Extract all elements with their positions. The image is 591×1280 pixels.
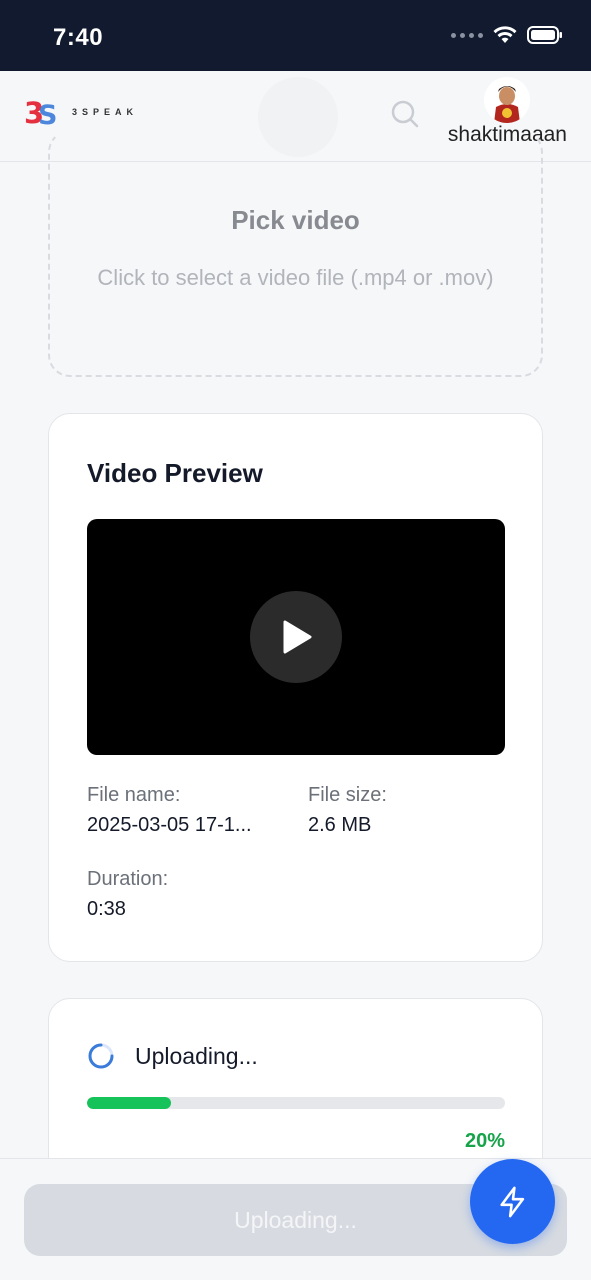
play-icon [283,620,312,654]
avatar[interactable] [484,77,531,123]
file-name-label: File name: [87,784,181,806]
status-bar: 7:40 [0,0,591,71]
lightning-icon [499,1186,524,1217]
file-name-value: 2025-03-05 17-1... [87,814,252,836]
file-size-value: 2.6 MB [308,814,372,836]
logo[interactable]: 3 S 3SPEAK [24,97,138,127]
pick-video-subtitle: Click to select a video file (.mp4 or .m… [97,265,494,290]
search-button[interactable] [390,99,420,129]
signal-icon [451,32,483,38]
file-size-label: File size: [308,784,387,806]
battery-icon [527,26,562,44]
video-preview-card: Video Preview File name: 2025-03-05 17-1… [48,413,543,962]
video-preview-title: Video Preview [87,458,263,488]
upload-progress-percent: 20% [464,1130,505,1152]
upload-progress-bar [87,1097,505,1109]
status-icons [451,26,563,44]
spinner-icon [88,1043,114,1069]
3speak-logo-icon: 3 S [24,97,57,127]
svg-text:S: S [38,100,57,127]
pick-video-dropzone[interactable]: Pick video Click to select a video file … [48,130,543,377]
video-player[interactable] [87,519,505,755]
status-time: 7:40 [53,24,104,51]
quick-action-button[interactable] [470,1159,555,1244]
search-icon [391,100,419,128]
wifi-icon [493,26,517,43]
duration-value: 0:38 [87,898,126,920]
play-button[interactable] [250,591,342,683]
logo-text: 3SPEAK [72,107,139,117]
upload-status-text: Uploading... [135,1043,258,1069]
duration-label: Duration: [87,868,169,890]
pick-video-title: Pick video [231,205,360,235]
upload-progress-fill [87,1097,171,1109]
